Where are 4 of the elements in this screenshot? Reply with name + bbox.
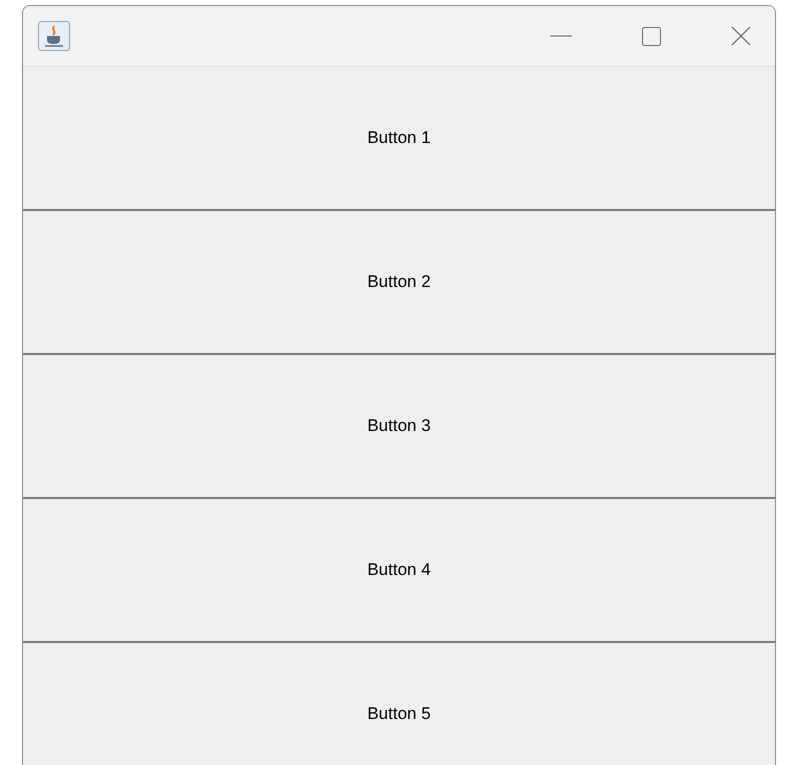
minimize-icon [550, 35, 572, 37]
java-cup-icon [38, 21, 70, 51]
maximize-icon [642, 26, 660, 46]
close-icon [731, 26, 751, 46]
